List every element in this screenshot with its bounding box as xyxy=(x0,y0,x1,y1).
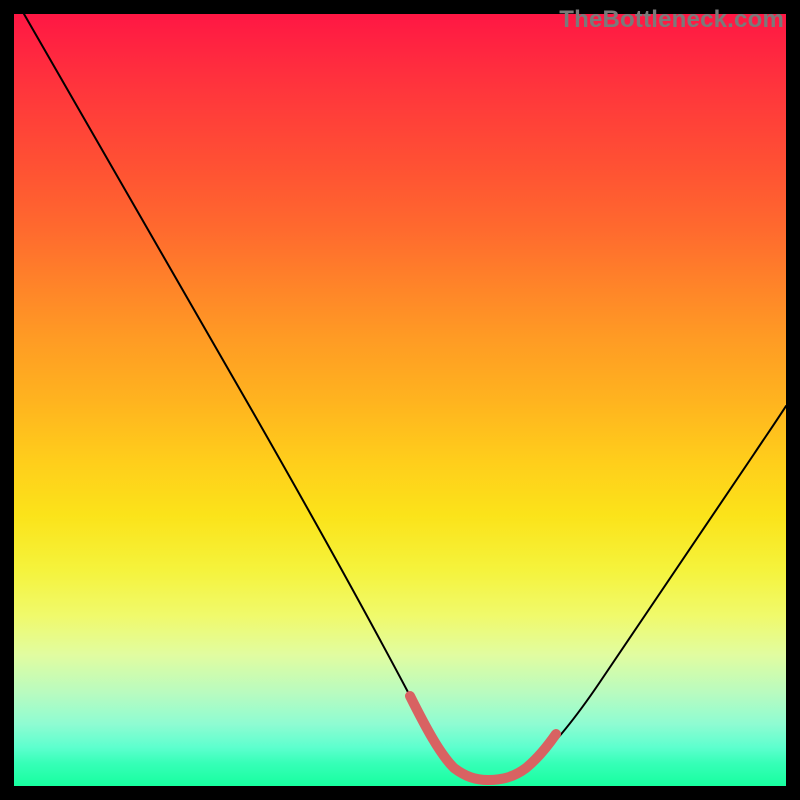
curve-left xyxy=(24,14,488,780)
curve-layer xyxy=(14,14,786,786)
curve-right xyxy=(488,406,786,780)
plot-area xyxy=(14,14,786,786)
plateau-highlight xyxy=(410,696,556,780)
watermark-text: TheBottleneck.com xyxy=(559,6,784,34)
chart-stage: TheBottleneck.com xyxy=(0,0,800,800)
